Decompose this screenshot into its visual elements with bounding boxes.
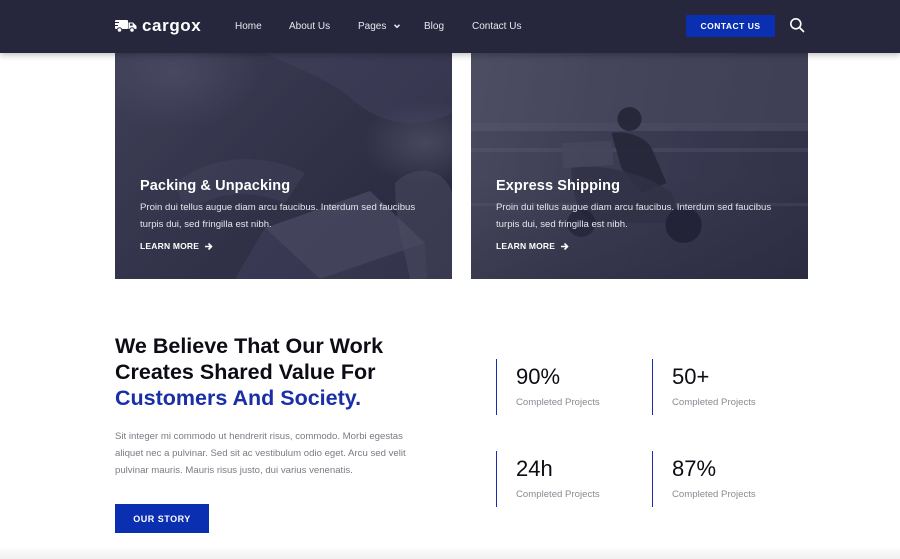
- stat-item: 50+ Completed Projects: [652, 359, 792, 415]
- chevron-down-icon: [394, 24, 401, 29]
- our-story-button[interactable]: OUR STORY: [115, 504, 209, 533]
- stat-item: 90% Completed Projects: [496, 359, 636, 415]
- nav-item-pages-label: Pages: [358, 21, 387, 32]
- stat-item: 87% Completed Projects: [652, 451, 792, 507]
- section-divider-shadow: [0, 546, 900, 559]
- nav-item-blog[interactable]: Blog: [424, 20, 444, 33]
- contact-us-button[interactable]: CONTACT US: [686, 15, 775, 37]
- learn-more-link[interactable]: LEARN MORE: [496, 241, 569, 251]
- stat-value: 87%: [672, 456, 717, 481]
- arrow-right-icon: [205, 242, 213, 250]
- stat-item: 24h Completed Projects: [496, 451, 636, 507]
- nav-item-home[interactable]: Home: [235, 20, 262, 33]
- learn-more-label: LEARN MORE: [140, 241, 200, 251]
- stat-value: 50+: [672, 364, 710, 389]
- service-title: Packing & Unpacking: [140, 178, 291, 194]
- truck-icon: [115, 20, 137, 33]
- nav-item-about-us[interactable]: About Us: [289, 20, 330, 33]
- site-header: cargox Home About Us Pages Blog Contact …: [0, 0, 900, 53]
- about-heading: We Believe That Our Work Creates Shared …: [115, 333, 475, 411]
- stat-label: Completed Projects: [516, 397, 600, 408]
- stat-value: 90%: [516, 364, 561, 389]
- heading-accent: Customers And Society.: [115, 386, 362, 410]
- service-card-packing[interactable]: Packing & Unpacking Proin dui tellus aug…: [115, 53, 452, 279]
- stat-label: Completed Projects: [516, 489, 600, 500]
- logo[interactable]: cargox: [115, 16, 201, 36]
- service-title: Express Shipping: [496, 178, 621, 194]
- stat-value: 24h: [516, 456, 553, 481]
- stat-label: Completed Projects: [672, 489, 756, 500]
- learn-more-link[interactable]: LEARN MORE: [140, 241, 213, 251]
- search-icon[interactable]: [789, 17, 805, 33]
- logo-text: cargox: [142, 16, 202, 35]
- heading-line: Creates Shared Value For: [115, 360, 376, 384]
- service-description: Proin dui tellus augue diam arcu faucibu…: [496, 202, 772, 230]
- learn-more-label: LEARN MORE: [496, 241, 556, 251]
- stat-label: Completed Projects: [672, 397, 756, 408]
- service-card-express[interactable]: Express Shipping Proin dui tellus augue …: [471, 53, 808, 279]
- heading-line: We Believe That Our Work: [115, 334, 384, 358]
- service-description: Proin dui tellus augue diam arcu faucibu…: [140, 202, 416, 230]
- nav-item-pages[interactable]: Pages: [358, 20, 401, 33]
- arrow-right-icon: [561, 242, 569, 250]
- nav-item-contact-us[interactable]: Contact Us: [472, 20, 521, 33]
- about-text: Sit integer mi commodo ut hendrerit risu…: [115, 431, 406, 476]
